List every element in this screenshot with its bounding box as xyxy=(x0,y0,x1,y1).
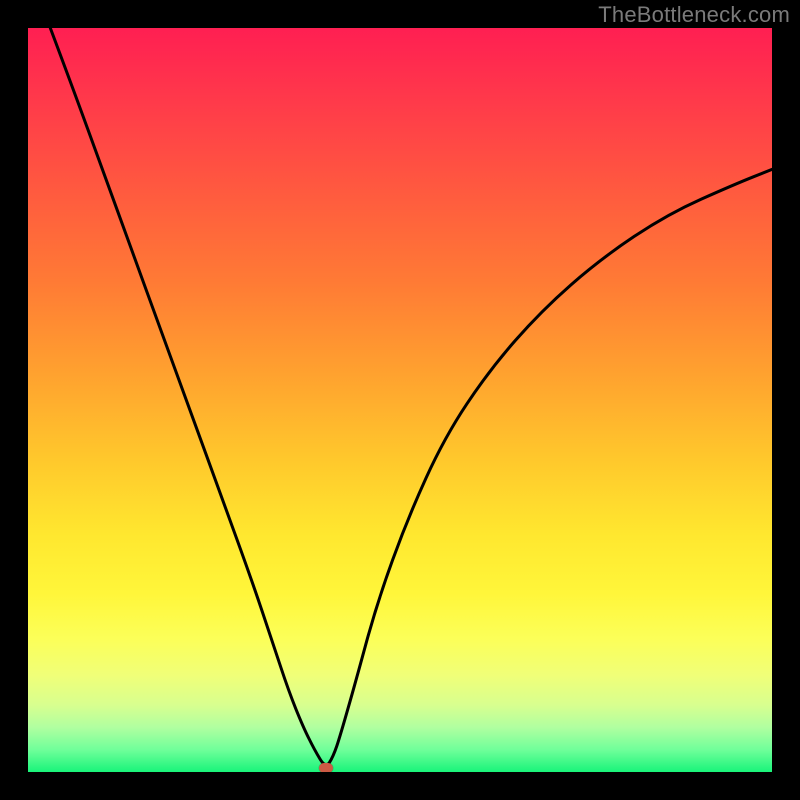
chart-frame: TheBottleneck.com xyxy=(0,0,800,800)
watermark-text: TheBottleneck.com xyxy=(598,2,790,28)
plot-area xyxy=(28,28,772,772)
optimal-point-marker xyxy=(319,763,333,772)
bottleneck-curve xyxy=(50,28,772,765)
curve-layer xyxy=(28,28,772,772)
